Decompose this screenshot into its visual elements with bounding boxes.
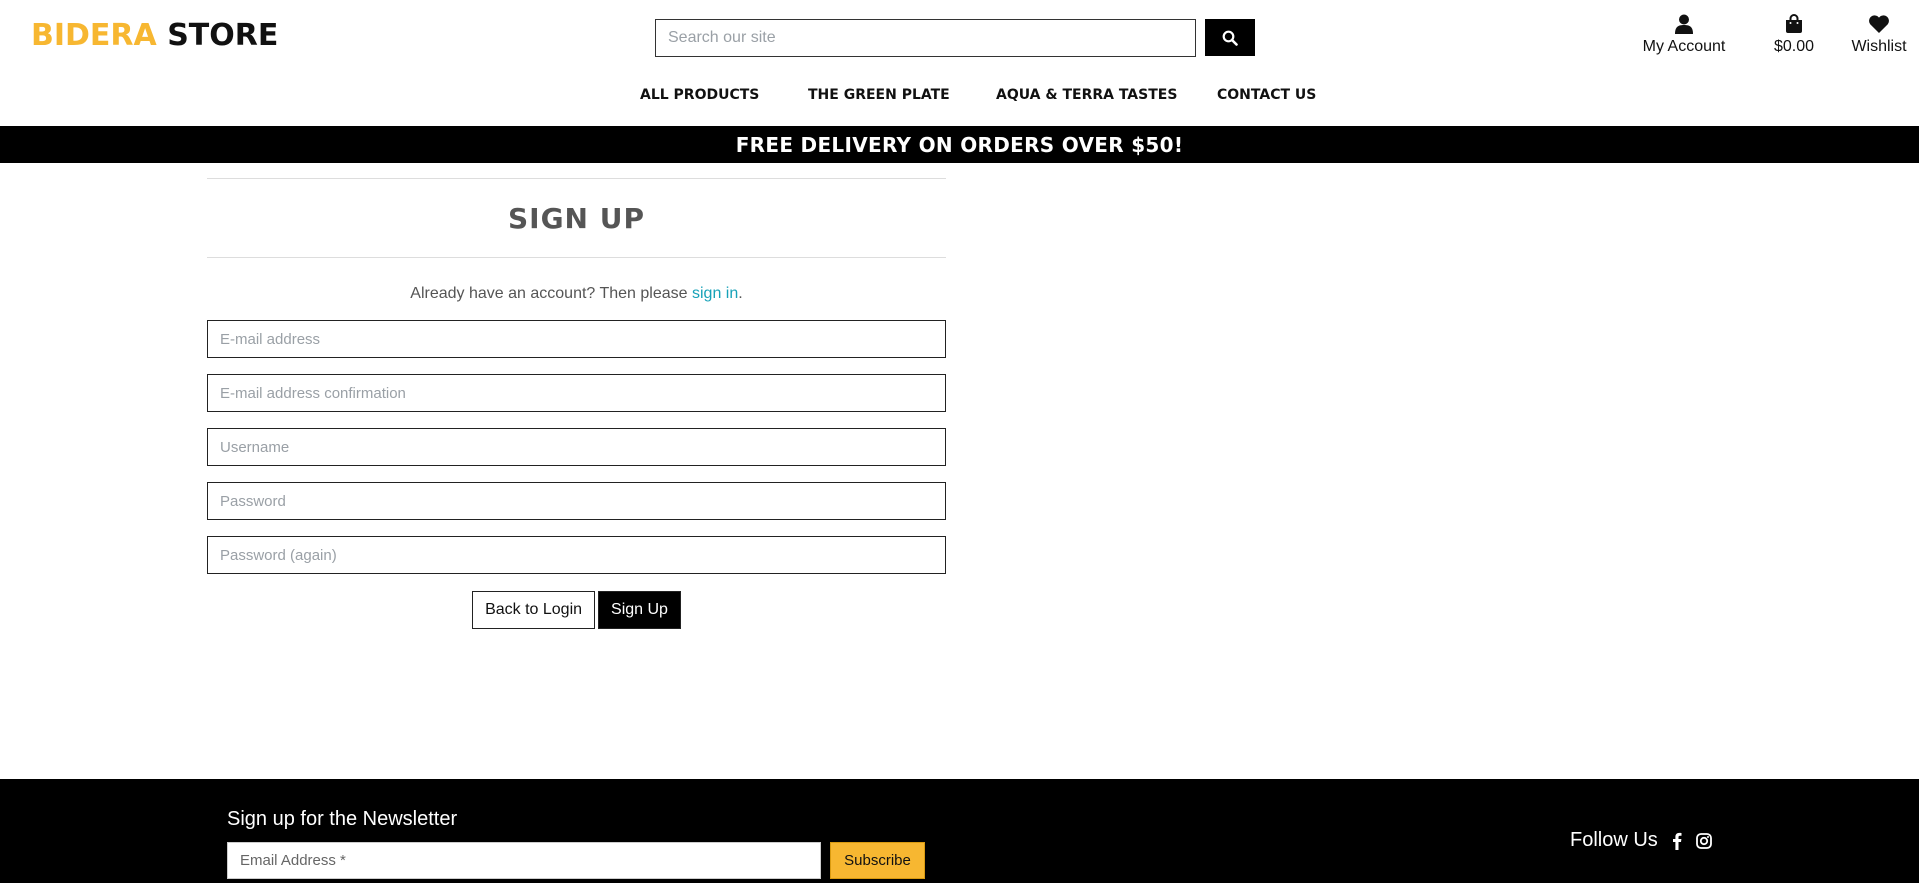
logo-brand: BIDERA <box>31 18 157 53</box>
newsletter-email-input[interactable] <box>227 842 821 879</box>
newsletter-title: Sign up for the Newsletter <box>227 808 458 830</box>
logo-store: STORE <box>167 18 279 53</box>
instagram-icon[interactable] <box>1695 832 1712 849</box>
nav-contact-us[interactable]: Contact Us <box>1217 87 1316 103</box>
bag-link[interactable]: $0.00 <box>1759 14 1829 56</box>
already-text: Already have an account? Then please <box>410 285 692 302</box>
site-header: BIDERA STORE My Account $0 <box>0 0 1919 126</box>
nav-all-products[interactable]: All Products <box>640 87 759 103</box>
facebook-icon[interactable] <box>1672 832 1682 850</box>
search-input[interactable] <box>655 19 1196 57</box>
shopping-bag-icon <box>1786 14 1802 33</box>
heart-icon <box>1869 15 1889 33</box>
nav-green-plate[interactable]: The Green Plate <box>808 87 950 103</box>
page-title: Sign Up <box>507 201 645 235</box>
email-field[interactable] <box>207 320 946 358</box>
delivery-banner: FREE DELIVERY ON ORDERS OVER $50! <box>0 126 1919 163</box>
site-footer: Sign up for the Newsletter Subscribe Fol… <box>0 779 1919 883</box>
delivery-banner-text: FREE DELIVERY ON ORDERS OVER $50! <box>735 132 1184 157</box>
back-to-login-button[interactable]: Back to Login <box>472 591 596 629</box>
divider <box>207 257 946 258</box>
wishlist-link[interactable]: Wishlist <box>1844 14 1914 56</box>
email-confirm-field[interactable] <box>207 374 946 412</box>
follow-us: Follow Us <box>1570 829 1712 852</box>
password-again-field[interactable] <box>207 536 946 574</box>
sign-in-link[interactable]: sign in <box>692 285 738 302</box>
user-icon <box>1675 14 1693 34</box>
form-actions: Back to Login Sign Up <box>207 591 946 629</box>
period: . <box>738 285 743 302</box>
wishlist-label: Wishlist <box>1851 38 1907 55</box>
my-account-link[interactable]: My Account <box>1619 14 1749 56</box>
signup-card: Sign Up Already have an account? Then pl… <box>207 178 946 629</box>
signup-form <box>207 320 946 574</box>
password-field[interactable] <box>207 482 946 520</box>
follow-us-label: Follow Us <box>1570 829 1658 851</box>
search-icon <box>1222 30 1238 46</box>
nav-aqua-terra-tastes[interactable]: Aqua & Terra Tastes <box>996 87 1177 103</box>
my-account-label: My Account <box>1642 38 1726 55</box>
main-nav: All Products The Green Plate Aqua & Terr… <box>0 87 1919 109</box>
bag-total: $0.00 <box>1773 38 1815 55</box>
username-field[interactable] <box>207 428 946 466</box>
already-have-account-text: Already have an account? Then please sig… <box>207 285 946 303</box>
site-logo[interactable]: BIDERA STORE <box>31 18 278 53</box>
search-button[interactable] <box>1205 19 1255 56</box>
subscribe-button[interactable]: Subscribe <box>830 842 925 879</box>
sign-up-button[interactable]: Sign Up <box>598 591 681 629</box>
